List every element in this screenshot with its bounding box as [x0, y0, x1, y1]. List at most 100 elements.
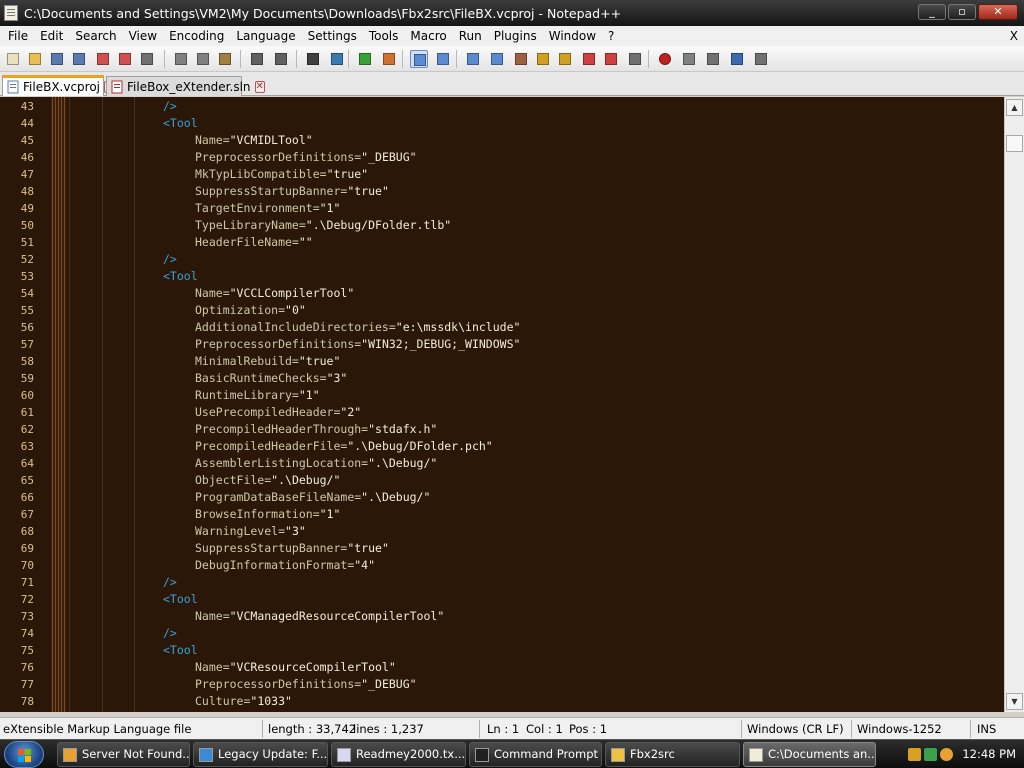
code-line[interactable]: /> [66, 625, 1004, 642]
menu-macro[interactable]: Macro [404, 26, 452, 46]
tab-close-icon[interactable]: ✕ [254, 80, 265, 93]
close-button[interactable]: ✕ [978, 4, 1018, 20]
code-line[interactable]: BasicRuntimeChecks="3" [66, 370, 1004, 387]
copy-icon[interactable] [194, 50, 212, 68]
save-all-icon[interactable] [70, 50, 88, 68]
taskbar-button[interactable]: Readmey2000.tx... [331, 742, 466, 767]
open-file-icon[interactable] [26, 50, 44, 68]
print-icon[interactable] [138, 50, 156, 68]
code-line[interactable]: /> [66, 574, 1004, 591]
undo-icon[interactable] [248, 50, 266, 68]
code-line[interactable]: AssemblerListingLocation=".\Debug/" [66, 455, 1004, 472]
taskbar-button[interactable]: Command Prompt [469, 742, 602, 767]
menu-window[interactable]: Window [543, 26, 602, 46]
code-line[interactable]: HeaderFileName="" [66, 234, 1004, 251]
code-line[interactable]: BrowseInformation="1" [66, 506, 1004, 523]
code-line[interactable]: ObjectFile=".\Debug/" [66, 472, 1004, 489]
code-line[interactable]: Name="VCManagedResourceCompilerTool" [66, 608, 1004, 625]
code-line[interactable]: AdditionalIncludeDirectories="e:\mssdk\i… [66, 319, 1004, 336]
code-line[interactable]: Culture="1033" [66, 693, 1004, 710]
menu-view[interactable]: View [123, 26, 163, 46]
menu-plugins[interactable]: Plugins [488, 26, 543, 46]
status-insert-mode[interactable]: INS [977, 722, 996, 736]
minimize-button[interactable]: _ [918, 4, 946, 20]
tab-filebx-vcproj[interactable]: FileBX.vcproj ✕ [2, 75, 115, 96]
code-line[interactable]: TargetEnvironment="1" [66, 200, 1004, 217]
code-line[interactable]: WarningLevel="3" [66, 523, 1004, 540]
zoom-out-icon[interactable] [380, 50, 398, 68]
code-line[interactable]: UsePrecompiledHeader="2" [66, 404, 1004, 421]
taskbar-button[interactable]: Legacy Update: F... [193, 742, 328, 767]
menu-language[interactable]: Language [230, 26, 301, 46]
scroll-up-icon[interactable]: ▲ [1006, 99, 1023, 116]
close-all-icon[interactable] [116, 50, 134, 68]
scroll-down-icon[interactable]: ▼ [1006, 693, 1023, 710]
maximize-button[interactable]: ▫ [948, 4, 976, 20]
sync-horizontal-icon[interactable] [434, 50, 452, 68]
code-line[interactable]: PrecompiledHeaderFile=".\Debug/DFolder.p… [66, 438, 1004, 455]
taskbar-button[interactable]: Server Not Found... [57, 742, 190, 767]
zoom-in-icon[interactable] [356, 50, 374, 68]
code-line[interactable]: PreprocessorDefinitions="_DEBUG" [66, 149, 1004, 166]
menu-search[interactable]: Search [69, 26, 122, 46]
user-language-icon[interactable] [534, 50, 552, 68]
code-line[interactable]: Optimization="0" [66, 302, 1004, 319]
code-line[interactable]: Name="VCCLCompilerTool" [66, 285, 1004, 302]
stop-macro-icon[interactable] [680, 50, 698, 68]
taskbar-button[interactable]: C:\Documents an... [743, 742, 876, 767]
close-document-button[interactable]: X [1010, 26, 1018, 46]
new-file-icon[interactable] [4, 50, 22, 68]
search-icon[interactable] [940, 748, 953, 761]
redo-icon[interactable] [272, 50, 290, 68]
code-line[interactable]: <Tool [66, 115, 1004, 132]
menu-tools[interactable]: Tools [363, 26, 405, 46]
tab-filebox-extender-sln[interactable]: FileBox_eXtender.sln ✕ [106, 76, 265, 96]
code-line[interactable]: PreprocessorDefinitions="WIN32;_DEBUG;_W… [66, 336, 1004, 353]
code-line[interactable]: <Tool [66, 642, 1004, 659]
status-encoding[interactable]: Windows-1252 [857, 722, 942, 736]
code-line[interactable]: SuppressStartupBanner="true" [66, 183, 1004, 200]
play-macro-icon[interactable] [704, 50, 722, 68]
security-icon[interactable] [924, 748, 937, 761]
save-icon[interactable] [48, 50, 66, 68]
menu-help[interactable]: ? [602, 26, 620, 46]
status-eol-format[interactable]: Windows (CR LF) [747, 722, 844, 736]
find-icon[interactable] [304, 50, 322, 68]
menu-file[interactable]: File [2, 26, 34, 46]
show-all-chars-icon[interactable] [488, 50, 506, 68]
code-editor[interactable]: 43 44 45 46 47 48 49 50 51 52 53 54 55 56 57 58 59 60 61 62… [0, 97, 1004, 712]
sync-vertical-icon[interactable] [410, 50, 428, 68]
run-multiple-macro-icon[interactable] [728, 50, 746, 68]
monitoring-icon[interactable] [626, 50, 644, 68]
network-icon[interactable] [908, 748, 921, 761]
code-line[interactable]: <Tool [66, 591, 1004, 608]
scrollbar-thumb[interactable] [1006, 135, 1023, 152]
folder-workspace-icon[interactable] [602, 50, 620, 68]
code-line[interactable]: <Tool [66, 268, 1004, 285]
code-line[interactable]: RuntimeLibrary="1" [66, 387, 1004, 404]
fold-margin[interactable] [52, 97, 66, 712]
taskbar-button[interactable]: Fbx2src [605, 742, 740, 767]
close-icon[interactable] [94, 50, 112, 68]
vertical-scrollbar[interactable]: ▲ ▼ [1004, 97, 1024, 712]
menu-run[interactable]: Run [453, 26, 488, 46]
code-line[interactable]: DebugInformationFormat="4" [66, 557, 1004, 574]
save-macro-icon[interactable] [752, 50, 770, 68]
clock[interactable]: 12:48 PM [962, 742, 1016, 767]
replace-icon[interactable] [328, 50, 346, 68]
menu-encoding[interactable]: Encoding [163, 26, 230, 46]
code-line[interactable]: ProgramDataBaseFileName=".\Debug/" [66, 489, 1004, 506]
code-line[interactable]: MinimalRebuild="true" [66, 353, 1004, 370]
code-line[interactable]: /> [66, 251, 1004, 268]
code-line[interactable]: TypeLibraryName=".\Debug/DFolder.tlb" [66, 217, 1004, 234]
indent-guide-icon[interactable] [512, 50, 530, 68]
doc-map-icon[interactable] [556, 50, 574, 68]
code-line[interactable]: Name="VCMIDLTool" [66, 132, 1004, 149]
function-list-icon[interactable] [580, 50, 598, 68]
code-line[interactable]: MkTypLibCompatible="true" [66, 166, 1004, 183]
menu-settings[interactable]: Settings [302, 26, 363, 46]
code-line[interactable]: PreprocessorDefinitions="_DEBUG" [66, 676, 1004, 693]
code-area[interactable]: /> <Tool Name="VCMIDLTool" PreprocessorDefi… [66, 97, 1004, 712]
record-macro-icon[interactable] [656, 50, 674, 68]
menu-edit[interactable]: Edit [34, 26, 69, 46]
